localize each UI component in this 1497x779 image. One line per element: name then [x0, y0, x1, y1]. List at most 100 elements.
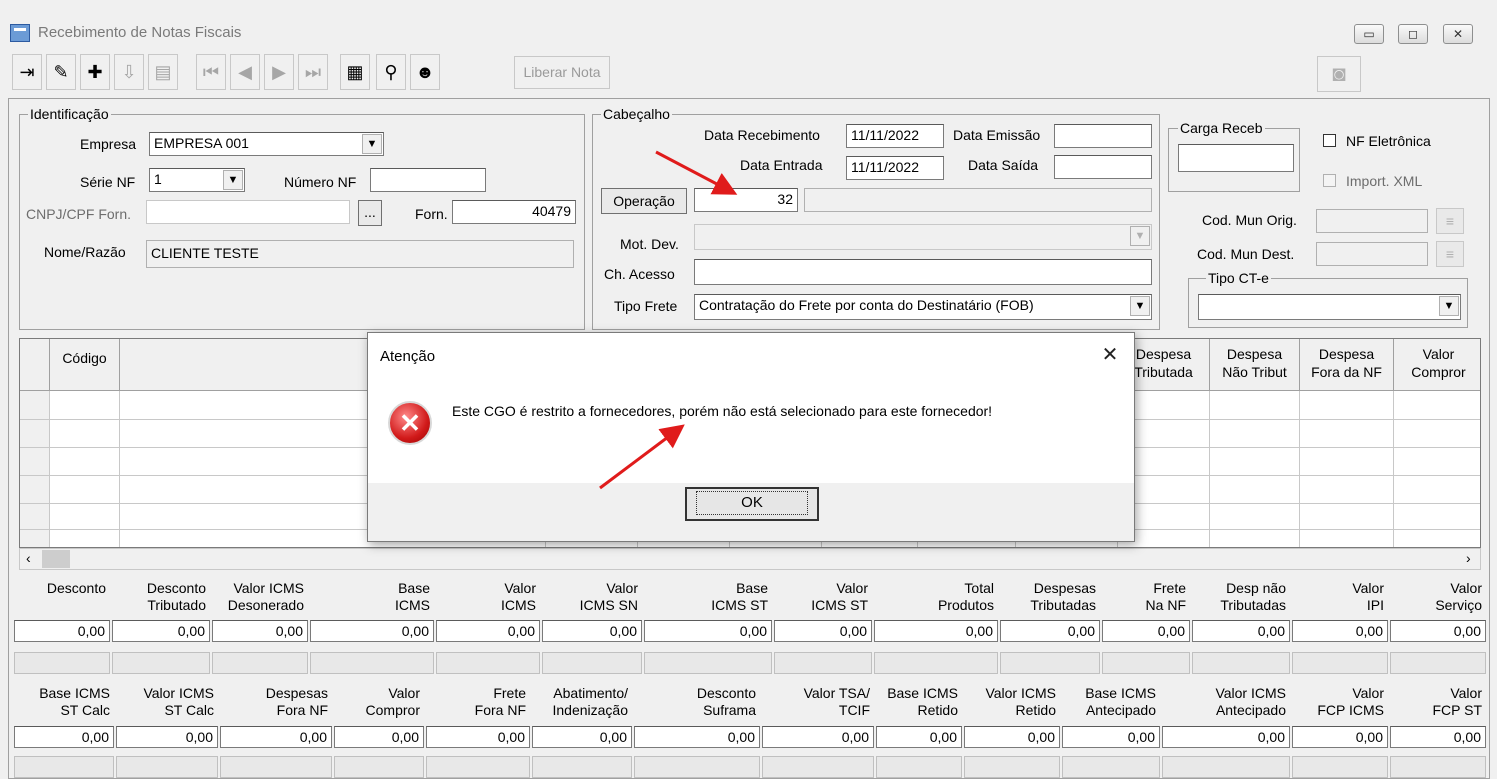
total-value[interactable]: 0,00 — [1162, 726, 1290, 748]
total-header: Valor ICMS Antecipado — [1162, 685, 1286, 719]
error-icon: ✕ — [388, 401, 432, 445]
forn-input[interactable]: 40479 — [452, 200, 576, 224]
total-value[interactable]: 0,00 — [1000, 620, 1100, 642]
minimize-button[interactable]: ▭ — [1354, 24, 1384, 44]
total-header: Base ICMS — [310, 580, 430, 614]
total-header: Valor Compror — [334, 685, 420, 719]
list-icon[interactable]: ≡ — [1436, 208, 1464, 234]
maximize-button[interactable]: ◻ — [1398, 24, 1428, 44]
chevron-down-icon[interactable]: ▼ — [1130, 226, 1150, 246]
user-agent-icon[interactable]: ☻ — [410, 54, 440, 90]
grid-header-despesa-fora-nf[interactable]: Despesa Fora da NF — [1300, 339, 1394, 391]
first-record-icon[interactable]: ⏮ — [196, 54, 226, 90]
total-value[interactable]: 0,00 — [116, 726, 218, 748]
cnpj-lookup-button[interactable]: ... — [358, 200, 382, 226]
total-value[interactable]: 0,00 — [1102, 620, 1190, 642]
total-value[interactable]: 0,00 — [876, 726, 962, 748]
total-value[interactable]: 0,00 — [1062, 726, 1160, 748]
save-icon[interactable]: ⇩ — [114, 54, 144, 90]
numero-nf-input[interactable] — [370, 168, 486, 192]
total-value[interactable]: 0,00 — [14, 726, 114, 748]
total-value[interactable]: 0,00 — [774, 620, 872, 642]
nf-eletronica-label: NF Eletrônica — [1346, 133, 1431, 149]
import-xml-checkbox[interactable] — [1323, 174, 1336, 187]
edit-eraser-icon[interactable]: ✎ — [46, 54, 76, 90]
total-value[interactable]: 0,00 — [634, 726, 760, 748]
cnpj-input[interactable] — [146, 200, 350, 224]
total-value[interactable]: 0,00 — [532, 726, 632, 748]
total-readonly-field — [532, 756, 632, 778]
total-value[interactable]: 0,00 — [542, 620, 642, 642]
data-emissao-label: Data Emissão — [953, 127, 1041, 143]
scroll-left-icon[interactable]: ‹ — [26, 550, 31, 566]
total-value[interactable]: 0,00 — [334, 726, 424, 748]
grid-header-codigo[interactable]: Código — [50, 339, 120, 391]
chevron-down-icon[interactable]: ▼ — [1439, 296, 1459, 316]
scroll-right-icon[interactable]: › — [1466, 550, 1471, 566]
total-value[interactable]: 0,00 — [436, 620, 540, 642]
horizontal-scrollbar[interactable]: ‹ › — [19, 548, 1481, 570]
total-header-line: ICMS — [501, 597, 536, 613]
operacao-input[interactable]: 32 — [694, 188, 798, 212]
total-header-line: Base — [398, 580, 430, 596]
new-record-icon[interactable]: ✚ — [80, 54, 110, 90]
total-value[interactable]: 0,00 — [1192, 620, 1290, 642]
total-value[interactable]: 0,00 — [1292, 726, 1388, 748]
list-icon[interactable]: ≡ — [1436, 241, 1464, 267]
carga-receb-input[interactable] — [1178, 144, 1294, 172]
grid-header-despesa-nao-tribut[interactable]: Despesa Não Tribut — [1210, 339, 1300, 391]
total-value[interactable]: 0,00 — [1292, 620, 1388, 642]
identificacao-title: Identificação — [28, 106, 111, 122]
total-header: Valor FCP ST — [1390, 685, 1482, 719]
total-value[interactable]: 0,00 — [426, 726, 530, 748]
data-recebimento-input[interactable]: 11/11/2022 — [846, 124, 944, 148]
total-header-line: Compror — [365, 702, 420, 718]
camera-icon[interactable]: ◙ — [1317, 56, 1361, 92]
liberar-nota-button[interactable]: Liberar Nota — [514, 56, 610, 89]
total-header-line: Valor ICMS — [985, 685, 1056, 701]
total-value[interactable]: 0,00 — [220, 726, 332, 748]
total-header: Base ICMS Antecipado — [1062, 685, 1156, 719]
total-value[interactable]: 0,00 — [1390, 726, 1486, 748]
mot-dev-select[interactable]: ▼ — [694, 224, 1152, 250]
previous-record-icon[interactable]: ◀ — [230, 54, 260, 90]
ok-button[interactable]: OK — [685, 487, 819, 521]
data-saida-input[interactable] — [1054, 155, 1152, 179]
data-emissao-input[interactable] — [1054, 124, 1152, 148]
total-header: Valor ICMS Desonerado — [212, 580, 304, 614]
total-readonly-field — [334, 756, 424, 778]
print-icon[interactable]: ▤ — [148, 54, 178, 90]
chevron-down-icon[interactable]: ▼ — [223, 170, 243, 190]
total-value[interactable]: 0,00 — [964, 726, 1060, 748]
total-value[interactable]: 0,00 — [644, 620, 772, 642]
total-value[interactable]: 0,00 — [112, 620, 210, 642]
total-value[interactable]: 0,00 — [762, 726, 874, 748]
next-record-icon[interactable]: ▶ — [264, 54, 294, 90]
tipo-cte-title: Tipo CT-e — [1206, 270, 1271, 286]
nf-eletronica-checkbox[interactable] — [1323, 134, 1336, 147]
chevron-down-icon[interactable]: ▼ — [362, 134, 382, 154]
operacao-button[interactable]: Operação — [601, 188, 687, 214]
total-value[interactable]: 0,00 — [310, 620, 434, 642]
tipo-frete-select[interactable]: Contratação do Frete por conta do Destin… — [694, 294, 1152, 320]
total-header: Despesas Fora NF — [220, 685, 328, 719]
total-readonly-field — [762, 756, 874, 778]
total-value[interactable]: 0,00 — [874, 620, 998, 642]
binoculars-search-icon[interactable]: ⚲ — [376, 54, 406, 90]
total-value[interactable]: 0,00 — [212, 620, 308, 642]
dialog-close-icon[interactable]: ✕ — [1098, 343, 1122, 367]
data-entrada-input[interactable]: 11/11/2022 — [846, 156, 944, 180]
close-window-button[interactable]: ✕ — [1443, 24, 1473, 44]
exit-door-icon[interactable]: ⇥ — [12, 54, 42, 90]
last-record-icon[interactable]: ⏭ — [298, 54, 328, 90]
empresa-select[interactable]: EMPRESA 001 ▼ — [149, 132, 384, 156]
chevron-down-icon[interactable]: ▼ — [1130, 296, 1150, 316]
scrollbar-thumb[interactable] — [42, 550, 70, 568]
ch-acesso-input[interactable] — [694, 259, 1152, 285]
tipo-cte-select[interactable]: ▼ — [1198, 294, 1461, 320]
serie-select[interactable]: 1 ▼ — [149, 168, 245, 192]
total-value[interactable]: 0,00 — [14, 620, 110, 642]
total-value[interactable]: 0,00 — [1390, 620, 1486, 642]
grid-header-valor-compror[interactable]: Valor Compror — [1394, 339, 1480, 391]
list-grid-icon[interactable]: ▦ — [340, 54, 370, 90]
